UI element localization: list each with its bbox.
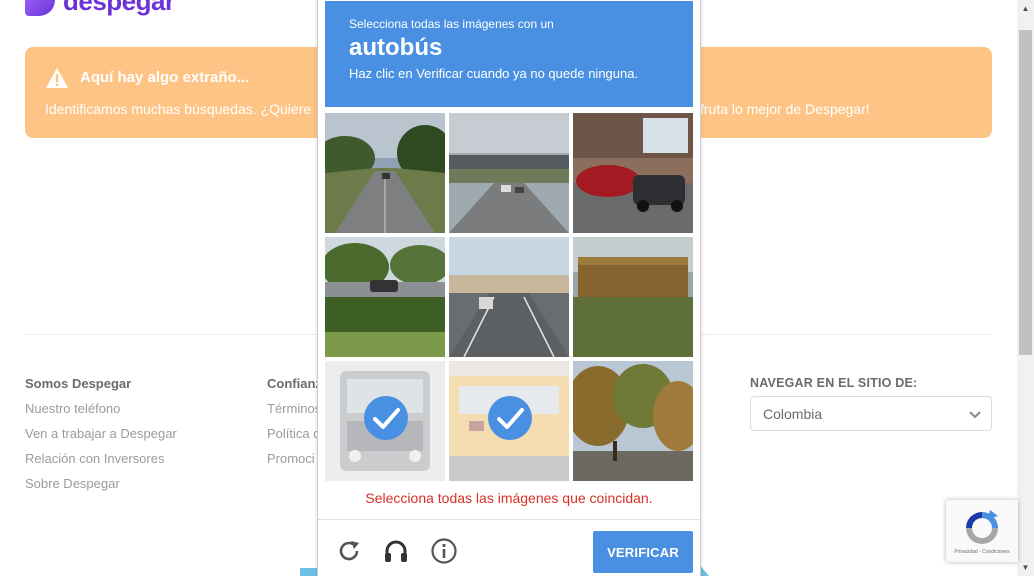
highway-photo-icon: [449, 113, 569, 233]
cars-photo-icon: [573, 113, 693, 233]
captcha-challenge: Selecciona todas las imágenes con un aut…: [317, 0, 701, 576]
country-select[interactable]: Colombia: [750, 396, 992, 431]
footer-link-telefono[interactable]: Nuestro teléfono: [25, 401, 177, 426]
despegar-logo[interactable]: despegar: [25, 0, 175, 16]
navigate-site: NAVEGAR EN EL SITIO DE: Colombia: [750, 376, 992, 431]
captcha-tile[interactable]: [573, 113, 693, 233]
navigate-site-label: NAVEGAR EN EL SITIO DE:: [750, 376, 918, 390]
parking-photo-icon: [325, 237, 445, 357]
footer-link-politica[interactable]: Política d: [267, 426, 322, 451]
chevron-down-icon: [969, 411, 981, 419]
page: despegar Aquí hay algo extraño... Identi…: [0, 0, 1034, 576]
captcha-tile[interactable]: [325, 237, 445, 357]
scroll-down-icon[interactable]: ▼: [1017, 559, 1034, 576]
warning-icon: [46, 68, 68, 88]
alert-title: Aquí hay algo extraño...: [80, 69, 250, 86]
captcha-tile[interactable]: [449, 361, 569, 481]
recaptcha-logo-icon: [966, 510, 998, 544]
captcha-keyword: autobús: [349, 34, 443, 61]
footer-link-sobre[interactable]: Sobre Despegar: [25, 476, 177, 501]
bus-photo-icon: [573, 237, 693, 357]
captcha-tile[interactable]: [573, 361, 693, 481]
captcha-error-message: Selecciona todas las imágenes que coinci…: [365, 490, 653, 506]
scroll-thumb[interactable]: [1019, 30, 1032, 355]
captcha-tile[interactable]: [325, 361, 445, 481]
captcha-footer-divider: [318, 519, 700, 520]
captcha-tile[interactable]: [449, 113, 569, 233]
alert-text: Identificamos muchas búsquedas. ¿Quiere: [45, 101, 312, 117]
road-photo-icon: [325, 113, 445, 233]
recaptcha-badge[interactable]: Privacidad - Condiciones: [946, 500, 1018, 562]
logo-mark-icon: [25, 0, 55, 16]
footer-col-somos: Somos Despegar Nuestro teléfono Ven a tr…: [25, 376, 177, 501]
scrollbar[interactable]: ▲ ▼: [1017, 0, 1034, 576]
captcha-tile[interactable]: [449, 237, 569, 357]
footer-heading: Somos Despegar: [25, 376, 132, 391]
footer-heading: Confianz: [267, 376, 322, 391]
verify-button[interactable]: VERIFICAR: [593, 531, 693, 573]
logo-text: despegar: [63, 0, 175, 16]
captcha-instruction: Selecciona todas las imágenes con un: [349, 17, 554, 31]
footer-link-trabajar[interactable]: Ven a trabajar a Despegar: [25, 426, 177, 451]
footer-link-promociones[interactable]: Promoci: [267, 451, 322, 476]
captcha-subinstruction: Haz clic en Verificar cuando ya no quede…: [349, 66, 639, 81]
alert-text-tail: fruta lo mejor de Despegar!: [700, 101, 870, 117]
scroll-up-icon[interactable]: ▲: [1017, 0, 1034, 17]
trees-photo-icon: [573, 361, 693, 481]
recaptcha-links[interactable]: Privacidad - Condiciones: [946, 549, 1018, 555]
checkmark-icon: [364, 396, 408, 440]
captcha-tile[interactable]: [325, 113, 445, 233]
audio-icon[interactable]: [382, 537, 410, 565]
footer-link-inversores[interactable]: Relación con Inversores: [25, 451, 177, 476]
captcha-header: Selecciona todas las imágenes con un aut…: [325, 1, 693, 107]
checkmark-icon: [488, 396, 532, 440]
road-photo-icon: [449, 237, 569, 357]
footer-link-terminos[interactable]: Términos: [267, 401, 322, 426]
info-icon[interactable]: [430, 537, 458, 565]
footer-col-confianza: Confianz Términos Política d Promoci: [267, 376, 322, 476]
captcha-tile[interactable]: [573, 237, 693, 357]
captcha-tile-grid: [325, 113, 697, 485]
country-value: Colombia: [763, 406, 823, 422]
reload-icon[interactable]: [335, 537, 363, 565]
